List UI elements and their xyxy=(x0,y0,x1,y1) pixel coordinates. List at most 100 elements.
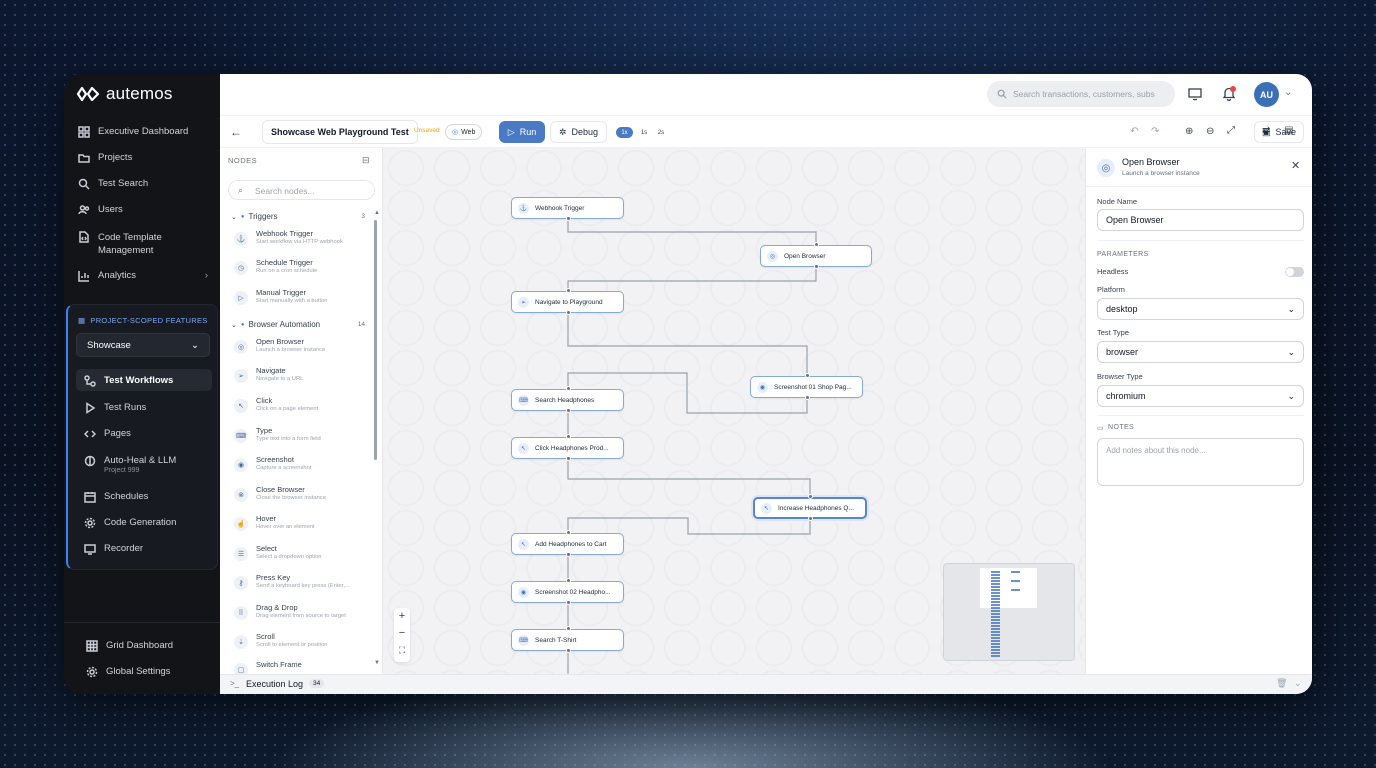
headless-toggle[interactable] xyxy=(1285,267,1304,277)
node-port[interactable] xyxy=(565,310,571,315)
node-port[interactable] xyxy=(565,530,571,535)
node-port[interactable] xyxy=(565,626,571,631)
node-port[interactable] xyxy=(807,494,813,499)
sidebar-item-test-workflows[interactable]: Test Workflows xyxy=(84,375,214,387)
node-item-navigate[interactable]: ➢ Navigate Navigate to a URL xyxy=(234,366,364,383)
minimap[interactable] xyxy=(943,563,1075,661)
global-search-input[interactable]: Search transactions, customers, subs xyxy=(987,81,1175,107)
notes-textarea[interactable]: Add notes about this node... xyxy=(1097,438,1304,486)
node-port[interactable] xyxy=(565,648,571,653)
node-item-manual-trigger[interactable]: ▷ Manual Trigger Start manually with a but… xyxy=(234,288,364,305)
node-item-drag-drop[interactable]: ⠿ Drag & Drop Drag element from source to … xyxy=(234,603,364,620)
sidebar-item-pages[interactable]: Pages xyxy=(84,428,214,440)
node-port[interactable] xyxy=(565,600,571,605)
node-item-title: Webhook Trigger xyxy=(256,229,313,238)
node-item-schedule-trigger[interactable]: ◷ Schedule Trigger Run on a cron schedule xyxy=(234,258,364,275)
node-port[interactable] xyxy=(804,395,810,400)
node-port[interactable] xyxy=(565,216,571,221)
nodes-search-input[interactable]: ⌕ Search nodes... xyxy=(228,180,375,200)
sidebar-item-grid-dashboard[interactable]: Grid Dashboard xyxy=(86,640,216,652)
group-triggers[interactable]: ⌄ ● Triggers 3 xyxy=(231,212,365,221)
bell-icon[interactable] xyxy=(1222,86,1236,106)
zoom-in-button[interactable]: + xyxy=(394,608,410,625)
zoom-in-icon[interactable]: ⊕ xyxy=(1185,126,1193,137)
platform-select[interactable]: desktop ⌄ xyxy=(1097,298,1304,320)
sidebar-item-test-search[interactable]: Test Search xyxy=(78,178,208,190)
avatar[interactable]: AU xyxy=(1254,82,1279,107)
sidebar-divider xyxy=(64,622,220,623)
scroll-up-icon[interactable]: ▲ xyxy=(374,210,380,216)
nodes-scrollbar[interactable] xyxy=(374,220,377,460)
node-port[interactable] xyxy=(813,264,819,269)
sidebar-item-analytics[interactable]: Analytics › xyxy=(78,270,208,282)
fit-view-icon[interactable]: ⤢ xyxy=(1227,125,1235,136)
sidebar-item-code-template-management[interactable]: Code Template Management xyxy=(78,231,208,257)
node-item-title: Switch Frame xyxy=(256,660,302,669)
node-port[interactable] xyxy=(565,578,571,583)
node-port[interactable] xyxy=(565,456,571,461)
execution-log-count: 34 xyxy=(309,679,325,688)
close-icon[interactable]: ✕ xyxy=(1291,159,1300,172)
node-item-hover[interactable]: ☝ Hover Hover over an element xyxy=(234,514,364,531)
trash-icon[interactable]: 🗑 xyxy=(1276,678,1287,689)
browser-type-select[interactable]: chromium ⌄ xyxy=(1097,385,1304,407)
save-button[interactable]: ▣ Save xyxy=(1254,121,1304,143)
properties-subtitle: Launch a browser instance xyxy=(1122,170,1200,177)
node-port[interactable] xyxy=(565,288,571,293)
scroll-down-icon[interactable]: ▼ xyxy=(374,660,380,666)
node-item-open-browser[interactable]: ◎ Open Browser Launch a browser instance xyxy=(234,337,364,354)
logo: autemos xyxy=(76,84,173,104)
group-browser-automation[interactable]: ⌄ ● Browser Automation 14 xyxy=(231,320,365,329)
sidebar-item-users[interactable]: Users xyxy=(78,204,208,216)
speed-2s-button[interactable]: 2s xyxy=(655,127,667,138)
monitor-icon[interactable] xyxy=(1188,87,1202,106)
sidebar-item-code-generation[interactable]: Code Generation xyxy=(84,517,214,529)
debug-button[interactable]: ✲ Debug xyxy=(550,121,607,143)
execution-log-bar[interactable]: >_ Execution Log 34 🗑 ⌄ xyxy=(220,674,1312,694)
project-select[interactable]: Showcase ⌄ xyxy=(76,333,210,357)
test-type-select[interactable]: browser ⌄ xyxy=(1097,341,1304,363)
speed-1s-button[interactable]: 1s xyxy=(638,127,650,138)
node-port[interactable] xyxy=(565,408,571,413)
node-item-scroll[interactable]: ⇣ Scroll Scroll to element or position xyxy=(234,632,364,649)
speed-1x-button[interactable]: 1x xyxy=(616,127,633,138)
sidebar-item-recorder[interactable]: Recorder xyxy=(84,543,214,555)
test-type-label: Test Type xyxy=(1097,328,1129,337)
search-icon: ⌕ xyxy=(238,185,243,195)
sidebar-item-schedules[interactable]: Schedules xyxy=(84,491,214,503)
app-window: autemos Executive Dashboard Projects Tes… xyxy=(64,74,1312,694)
run-button[interactable]: ▷ Run xyxy=(499,121,545,143)
node-port[interactable] xyxy=(565,552,571,557)
node-name-field[interactable]: Open Browser xyxy=(1097,209,1304,231)
node-item-type[interactable]: ⌨ Type Type text into a form field xyxy=(234,426,364,443)
node-port[interactable] xyxy=(804,373,810,378)
node-port[interactable] xyxy=(807,516,813,521)
node-item-close-browser[interactable]: ⊗ Close Browser Close the browser instance xyxy=(234,485,364,502)
test-type-value: browser xyxy=(1106,347,1139,357)
sidebar-item-auto-heal[interactable]: Auto-Heal & LLM Project 999 xyxy=(84,455,214,474)
node-item-webhook-trigger[interactable]: ⚓ Webhook Trigger Start workflow via HTTP … xyxy=(234,229,364,246)
node-item-click[interactable]: ↖ Click Click on a page element xyxy=(234,396,364,413)
back-arrow-icon[interactable]: ← xyxy=(230,125,242,139)
zoom-out-button[interactable]: − xyxy=(394,625,410,642)
redo-icon[interactable]: ↷ xyxy=(1151,126,1159,137)
sidebar-item-test-runs[interactable]: Test Runs xyxy=(84,402,214,414)
chevron-down-icon[interactable]: ⌄ xyxy=(1294,678,1302,689)
collapse-panel-icon[interactable]: ⊟ xyxy=(362,155,370,166)
node-item-screenshot[interactable]: ◉ Screenshot Capture a screenshot xyxy=(234,455,364,472)
node-item-select[interactable]: ☰ Select Select a dropdown option xyxy=(234,544,364,561)
chevron-down-icon[interactable]: ⌄ xyxy=(1284,87,1292,98)
node-item-switch-frame[interactable]: ▢ Switch Frame xyxy=(234,660,364,674)
workflow-name[interactable]: Showcase Web Playground Test xyxy=(262,120,418,144)
node-port[interactable] xyxy=(565,386,571,391)
node-port[interactable] xyxy=(565,434,571,439)
fit-view-button[interactable]: ⛶ xyxy=(394,642,410,659)
sidebar-item-executive-dashboard[interactable]: Executive Dashboard xyxy=(78,126,208,138)
undo-icon[interactable]: ↶ xyxy=(1130,126,1138,137)
zoom-out-icon[interactable]: ⊖ xyxy=(1206,126,1214,137)
flow-canvas[interactable]: ⚓ Webhook Trigger ◎ Open Browser ➢ Navigate… xyxy=(383,148,1085,674)
node-port[interactable] xyxy=(813,242,819,247)
sidebar-item-projects[interactable]: Projects xyxy=(78,152,208,164)
sidebar-item-global-settings[interactable]: Global Settings xyxy=(86,666,216,678)
node-item-press-key[interactable]: ⚷ Press Key Send a keyboard key press (Ent… xyxy=(234,573,364,590)
